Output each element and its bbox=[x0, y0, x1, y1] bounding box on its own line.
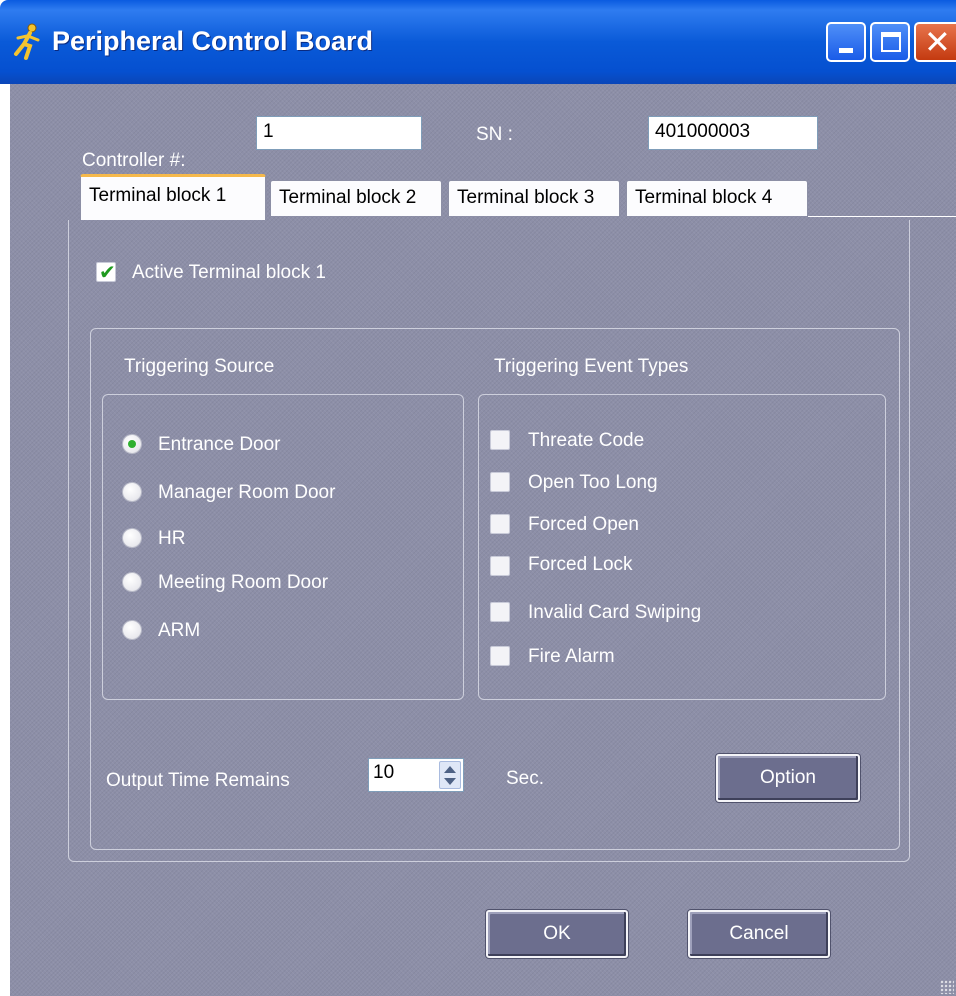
event-label-forced-lock: Forced Lock bbox=[528, 554, 633, 575]
checkbox-threate-code[interactable] bbox=[490, 430, 510, 450]
minimize-icon bbox=[839, 48, 853, 53]
triggering-source-group bbox=[102, 394, 464, 700]
radio-meeting-room-door[interactable] bbox=[122, 572, 142, 592]
controller-label: Controller #: bbox=[82, 150, 186, 171]
source-label-arm: ARM bbox=[158, 620, 201, 641]
close-icon: ✕ bbox=[924, 23, 951, 61]
tab-terminal-block-3[interactable]: Terminal block 3 bbox=[448, 180, 620, 216]
resize-grip-icon[interactable] bbox=[940, 980, 954, 994]
triggering-event-types-heading: Triggering Event Types bbox=[494, 356, 689, 377]
minimize-button[interactable] bbox=[826, 22, 866, 62]
event-label-fire-alarm: Fire Alarm bbox=[528, 646, 615, 667]
checkmark-icon: ✔ bbox=[99, 260, 116, 284]
active-terminal-block-checkbox[interactable]: ✔ bbox=[96, 260, 116, 284]
checkbox-fire-alarm[interactable] bbox=[490, 646, 510, 666]
tab-terminal-block-4[interactable]: Terminal block 4 bbox=[626, 180, 808, 216]
close-button[interactable]: ✕ bbox=[914, 22, 956, 62]
checkbox-forced-open[interactable] bbox=[490, 514, 510, 534]
source-label-entrance-door: Entrance Door bbox=[158, 434, 281, 455]
active-terminal-block-label: Active Terminal block 1 bbox=[132, 262, 326, 283]
radio-hr[interactable] bbox=[122, 528, 142, 548]
window-title: Peripheral Control Board bbox=[52, 26, 374, 56]
checkbox-invalid-card-swiping[interactable] bbox=[490, 602, 510, 622]
radio-arm[interactable] bbox=[122, 620, 142, 640]
sn-input[interactable]: 401000003 bbox=[648, 116, 818, 150]
triggering-source-heading: Triggering Source bbox=[124, 356, 275, 377]
peripheral-control-board-window: Peripheral Control Board ✕ Controller #:… bbox=[0, 0, 956, 996]
option-button[interactable]: Option bbox=[716, 754, 860, 802]
tab-terminal-block-2[interactable]: Terminal block 2 bbox=[270, 180, 442, 216]
running-man-icon bbox=[14, 23, 40, 60]
sn-label: SN : bbox=[476, 124, 513, 145]
seconds-unit-label: Sec. bbox=[506, 768, 545, 789]
event-label-forced-open: Forced Open bbox=[528, 514, 639, 535]
tab-terminal-block-1[interactable]: Terminal block 1 bbox=[80, 174, 266, 220]
ok-button[interactable]: OK bbox=[486, 910, 628, 958]
source-label-meeting-room-door: Meeting Room Door bbox=[158, 572, 329, 593]
output-time-value[interactable]: 10 bbox=[373, 762, 394, 784]
cancel-button[interactable]: Cancel bbox=[688, 910, 830, 958]
event-label-threate-code: Threate Code bbox=[528, 430, 645, 451]
radio-selected-dot bbox=[128, 440, 136, 448]
event-label-open-too-long: Open Too Long bbox=[528, 472, 658, 493]
maximize-button[interactable] bbox=[870, 22, 910, 62]
event-label-invalid-card-swiping: Invalid Card Swiping bbox=[528, 602, 702, 623]
output-time-spinner[interactable]: 10 bbox=[368, 758, 464, 792]
source-label-manager-room-door: Manager Room Door bbox=[158, 482, 336, 503]
checkbox-forced-lock[interactable] bbox=[490, 556, 510, 576]
radio-entrance-door[interactable] bbox=[122, 434, 142, 454]
output-time-label: Output Time Remains bbox=[106, 770, 290, 791]
controller-number-input[interactable]: 1 bbox=[256, 116, 422, 150]
maximize-icon bbox=[881, 32, 901, 52]
source-label-hr: HR bbox=[158, 528, 186, 549]
tab-strip-line bbox=[808, 216, 956, 217]
checkbox-open-too-long[interactable] bbox=[490, 472, 510, 492]
title-bar[interactable]: Peripheral Control Board ✕ bbox=[0, 0, 956, 84]
spin-up-icon[interactable] bbox=[444, 766, 456, 773]
spinner-arrows[interactable] bbox=[439, 761, 461, 789]
spin-down-icon[interactable] bbox=[444, 778, 456, 785]
radio-manager-room-door[interactable] bbox=[122, 482, 142, 502]
